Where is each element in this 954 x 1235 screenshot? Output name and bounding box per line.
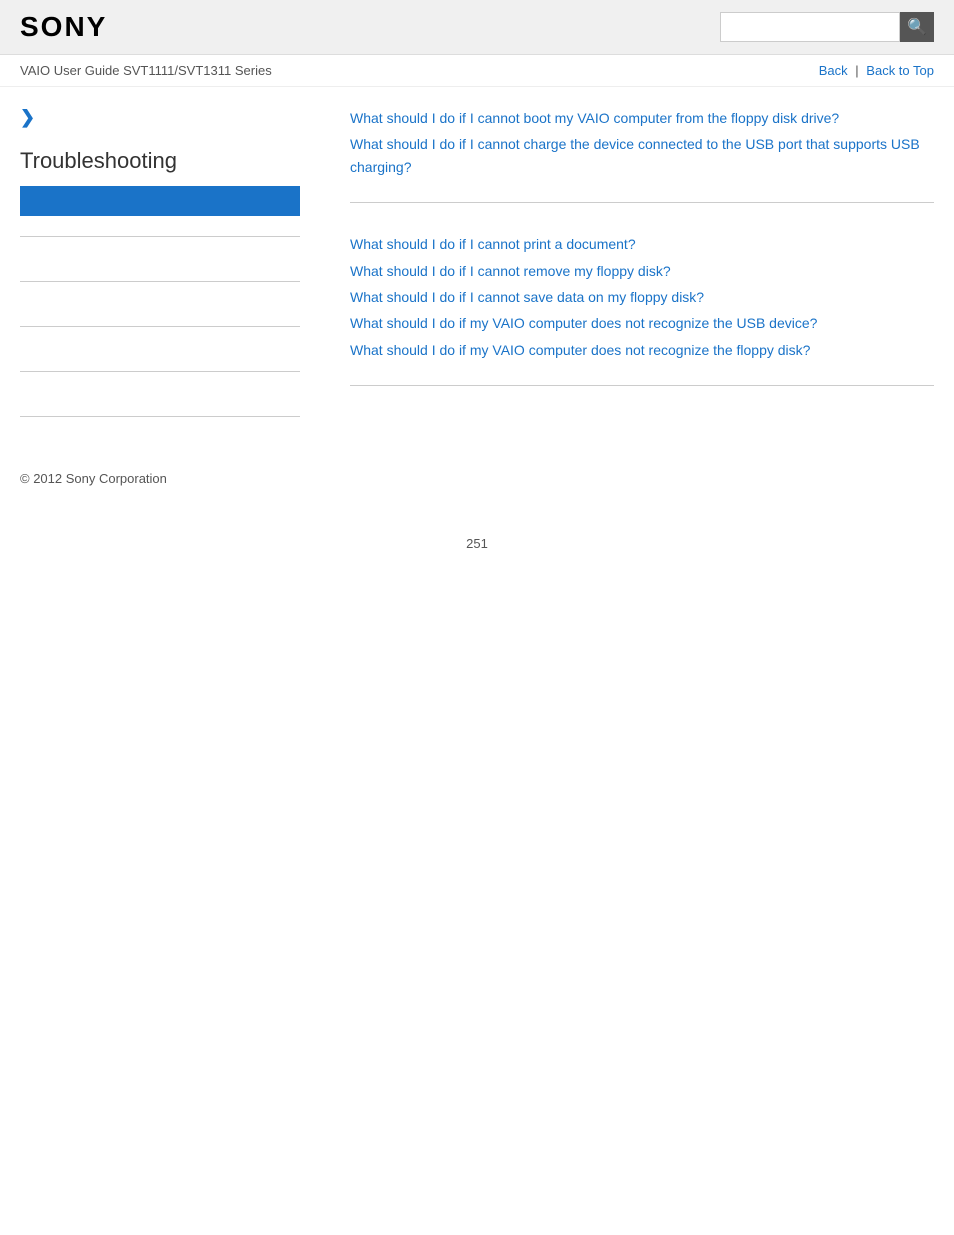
content-link-5[interactable]: What should I do if I cannot save data o… (350, 286, 934, 308)
back-link[interactable]: Back (819, 63, 848, 78)
search-area: 🔍 (720, 12, 934, 42)
search-button[interactable]: 🔍 (900, 12, 934, 42)
content-link-7[interactable]: What should I do if my VAIO computer doe… (350, 339, 934, 361)
content-link-1[interactable]: What should I do if I cannot boot my VAI… (350, 107, 934, 129)
content-link-4[interactable]: What should I do if I cannot remove my f… (350, 260, 934, 282)
sidebar-divider-2 (20, 281, 300, 282)
content-section-2: What should I do if I cannot print a doc… (350, 233, 934, 386)
sidebar-placeholder-2 (20, 296, 300, 312)
content-link-2[interactable]: What should I do if I cannot charge the … (350, 133, 934, 178)
page-number: 251 (0, 506, 954, 581)
content-link-6[interactable]: What should I do if my VAIO computer doe… (350, 312, 934, 334)
nav-separator: | (855, 63, 862, 78)
sidebar-placeholder-3 (20, 341, 300, 357)
nav-links: Back | Back to Top (819, 63, 934, 78)
sidebar-divider-3 (20, 326, 300, 327)
footer: © 2012 Sony Corporation (0, 451, 954, 506)
sidebar-highlight-bar (20, 186, 300, 216)
sidebar-divider-1 (20, 236, 300, 237)
back-to-top-label: Back to Top (866, 63, 934, 78)
sidebar-divider-5 (20, 416, 300, 417)
content-area: What should I do if I cannot boot my VAI… (320, 107, 934, 431)
guide-title: VAIO User Guide SVT1111/SVT1311 Series (20, 63, 272, 78)
content-section-1: What should I do if I cannot boot my VAI… (350, 107, 934, 203)
sony-logo: SONY (20, 11, 107, 43)
main-container: ❯ Troubleshooting What should I do if I … (0, 87, 954, 451)
search-icon: 🔍 (907, 17, 927, 37)
sidebar-placeholder-4 (20, 386, 300, 402)
content-link-3[interactable]: What should I do if I cannot print a doc… (350, 233, 934, 255)
header: SONY 🔍 (0, 0, 954, 55)
sidebar-divider-4 (20, 371, 300, 372)
sidebar: ❯ Troubleshooting (20, 107, 320, 431)
search-input[interactable] (720, 12, 900, 42)
sidebar-chevron-icon: ❯ (20, 107, 300, 128)
back-to-top-link[interactable]: Back to Top (866, 63, 934, 78)
sidebar-title: Troubleshooting (20, 148, 300, 174)
copyright-text: © 2012 Sony Corporation (20, 471, 167, 486)
breadcrumb-bar: VAIO User Guide SVT1111/SVT1311 Series B… (0, 55, 954, 87)
sidebar-placeholder-1 (20, 251, 300, 267)
